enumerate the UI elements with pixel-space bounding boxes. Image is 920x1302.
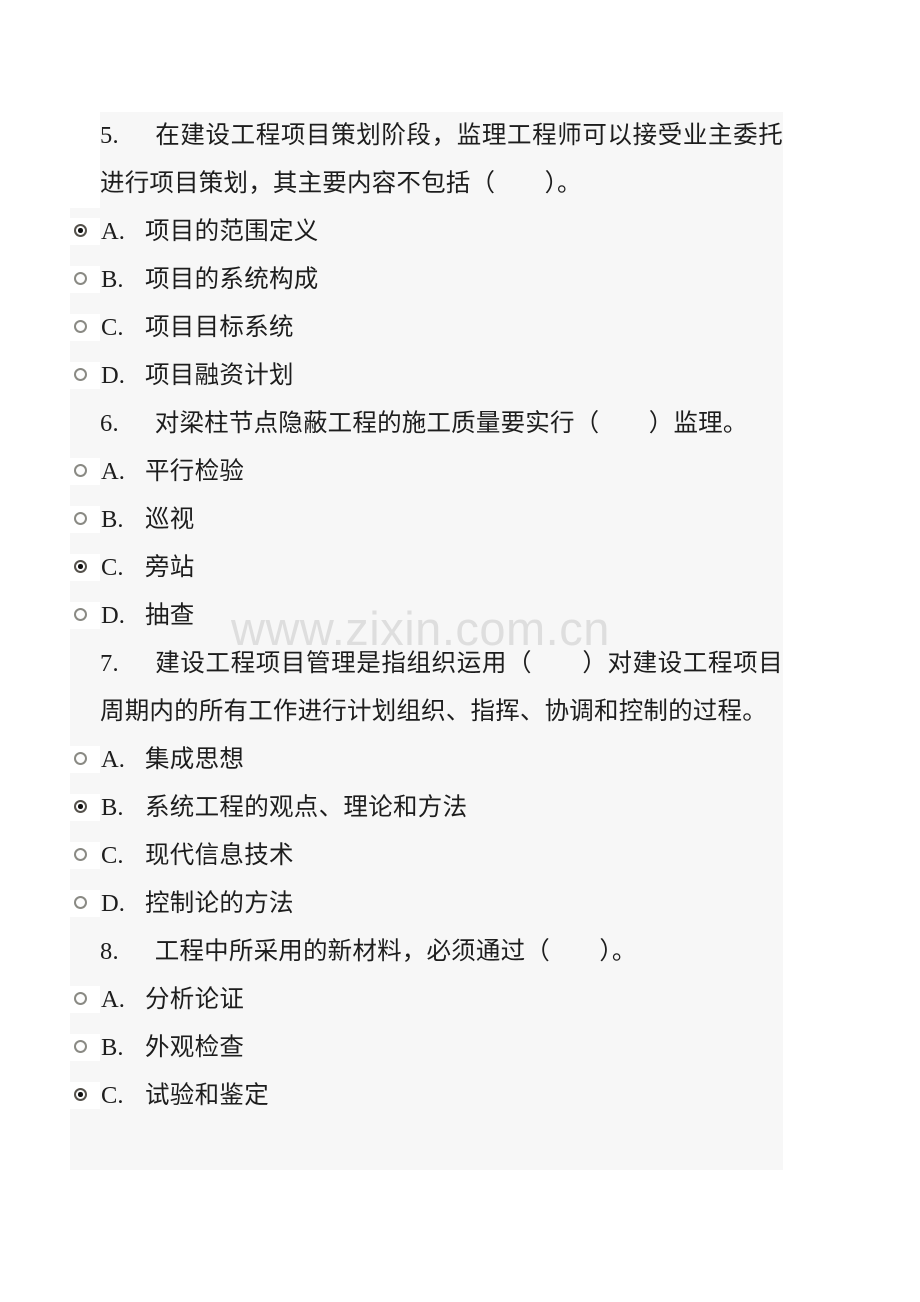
radio-unchecked-icon [74, 752, 87, 765]
option-letter: A. [101, 458, 125, 485]
radio-button[interactable] [70, 218, 100, 245]
option-text: 分析论证 [145, 986, 245, 1013]
question-number: 6. [100, 410, 119, 437]
radio-button[interactable] [70, 794, 100, 821]
radio-unchecked-icon [74, 848, 87, 861]
radio-button[interactable] [70, 266, 100, 293]
option-row[interactable]: B. 外观检查 [0, 1024, 920, 1072]
question-list: 5. 在建设工程项目策划阶段，监理工程师可以接受业主委托进行项目策划，其主要内容不… [0, 112, 920, 1120]
radio-button[interactable] [70, 842, 100, 869]
option-letter: C. [101, 1082, 124, 1109]
radio-unchecked-icon [74, 608, 87, 621]
option-text: 项目融资计划 [145, 362, 294, 389]
radio-unchecked-icon [74, 512, 87, 525]
option-text: 项目目标系统 [145, 314, 294, 341]
option-row[interactable]: A. 平行检验 [0, 448, 920, 496]
radio-unchecked-icon [74, 992, 87, 1005]
radio-unchecked-icon [74, 272, 87, 285]
question-text: 工程中所采用的新材料，必须通过（ ）。 [154, 938, 637, 965]
option-text: 集成思想 [145, 746, 245, 773]
radio-button[interactable] [70, 986, 100, 1013]
option-text: 旁站 [145, 554, 195, 581]
question-group: 6. 对梁柱节点隐蔽工程的施工质量要实行（ ）监理。 A. 平行检验 B. 巡视 C. 旁站 D… [0, 400, 920, 640]
option-text: 现代信息技术 [145, 842, 294, 869]
option-text: 试验和鉴定 [145, 1082, 269, 1109]
option-letter: C. [101, 554, 124, 581]
radio-button[interactable] [70, 554, 100, 581]
option-text: 外观检查 [145, 1034, 245, 1061]
option-letter: D. [101, 890, 125, 917]
radio-unchecked-icon [74, 368, 87, 381]
question-stem: 7. 建设工程项目管理是指组织运用（ ）对建设工程项目周期内的所有工作进行计划组织… [100, 640, 783, 736]
question-text: 建设工程项目管理是指组织运用（ ）对建设工程项目周期内的所有工作进行计划组织、指… [100, 650, 783, 725]
question-text: 对梁柱节点隐蔽工程的施工质量要实行（ ）监理。 [154, 410, 748, 437]
option-row[interactable]: C. 试验和鉴定 [0, 1072, 920, 1120]
radio-button[interactable] [70, 1034, 100, 1061]
option-row[interactable]: D. 抽查 [0, 592, 920, 640]
option-row[interactable]: C. 现代信息技术 [0, 832, 920, 880]
option-text: 抽查 [145, 602, 195, 629]
option-letter: A. [101, 746, 125, 773]
option-letter: C. [101, 842, 124, 869]
radio-button[interactable] [70, 746, 100, 773]
option-row[interactable]: A. 分析论证 [0, 976, 920, 1024]
option-letter: D. [101, 362, 125, 389]
radio-checked-icon [74, 560, 87, 573]
option-text: 项目的范围定义 [145, 218, 319, 245]
option-letter: B. [101, 794, 124, 821]
radio-checked-icon [74, 224, 87, 237]
option-row[interactable]: C. 旁站 [0, 544, 920, 592]
radio-checked-icon [74, 800, 87, 813]
question-stem: 8. 工程中所采用的新材料，必须通过（ ）。 [100, 928, 783, 976]
question-number: 7. [100, 650, 119, 677]
option-row[interactable]: A. 集成思想 [0, 736, 920, 784]
question-group: 8. 工程中所采用的新材料，必须通过（ ）。 A. 分析论证 B. 外观检查 C. 试验和鉴定 [0, 928, 920, 1120]
radio-unchecked-icon [74, 896, 87, 909]
radio-button[interactable] [70, 890, 100, 917]
radio-unchecked-icon [74, 1040, 87, 1053]
option-letter: A. [101, 986, 125, 1013]
question-stem: 5. 在建设工程项目策划阶段，监理工程师可以接受业主委托进行项目策划，其主要内容不… [100, 112, 783, 208]
option-row[interactable]: D. 项目融资计划 [0, 352, 920, 400]
option-letter: B. [101, 1034, 124, 1061]
question-number: 8. [100, 938, 119, 965]
question-number: 5. [100, 122, 119, 149]
option-row[interactable]: C. 项目目标系统 [0, 304, 920, 352]
option-text: 项目的系统构成 [145, 266, 319, 293]
question-stem: 6. 对梁柱节点隐蔽工程的施工质量要实行（ ）监理。 [100, 400, 783, 448]
question-group: 5. 在建设工程项目策划阶段，监理工程师可以接受业主委托进行项目策划，其主要内容不… [0, 112, 920, 400]
option-letter: A. [101, 218, 125, 245]
radio-unchecked-icon [74, 464, 87, 477]
option-row[interactable]: D. 控制论的方法 [0, 880, 920, 928]
radio-button[interactable] [70, 602, 100, 629]
option-letter: C. [101, 314, 124, 341]
radio-button[interactable] [70, 314, 100, 341]
document-page: www.zixin.com.cn 5. 在建设工程项目策划阶段，监理工程师可以接受… [0, 0, 920, 1302]
question-text: 在建设工程项目策划阶段，监理工程师可以接受业主委托进行项目策划，其主要内容不包括… [100, 122, 783, 197]
radio-button[interactable] [70, 362, 100, 389]
option-letter: B. [101, 266, 124, 293]
radio-button[interactable] [70, 1082, 100, 1109]
radio-unchecked-icon [74, 320, 87, 333]
option-text: 控制论的方法 [145, 890, 294, 917]
option-row[interactable]: B. 巡视 [0, 496, 920, 544]
question-group: 7. 建设工程项目管理是指组织运用（ ）对建设工程项目周期内的所有工作进行计划组织… [0, 640, 920, 928]
option-text: 系统工程的观点、理论和方法 [145, 794, 468, 821]
option-row[interactable]: A. 项目的范围定义 [0, 208, 920, 256]
radio-button[interactable] [70, 458, 100, 485]
option-row[interactable]: B. 系统工程的观点、理论和方法 [0, 784, 920, 832]
option-row[interactable]: B. 项目的系统构成 [0, 256, 920, 304]
option-letter: D. [101, 602, 125, 629]
option-text: 平行检验 [145, 458, 245, 485]
option-text: 巡视 [145, 506, 195, 533]
radio-checked-icon [74, 1088, 87, 1101]
radio-button[interactable] [70, 506, 100, 533]
option-letter: B. [101, 506, 124, 533]
